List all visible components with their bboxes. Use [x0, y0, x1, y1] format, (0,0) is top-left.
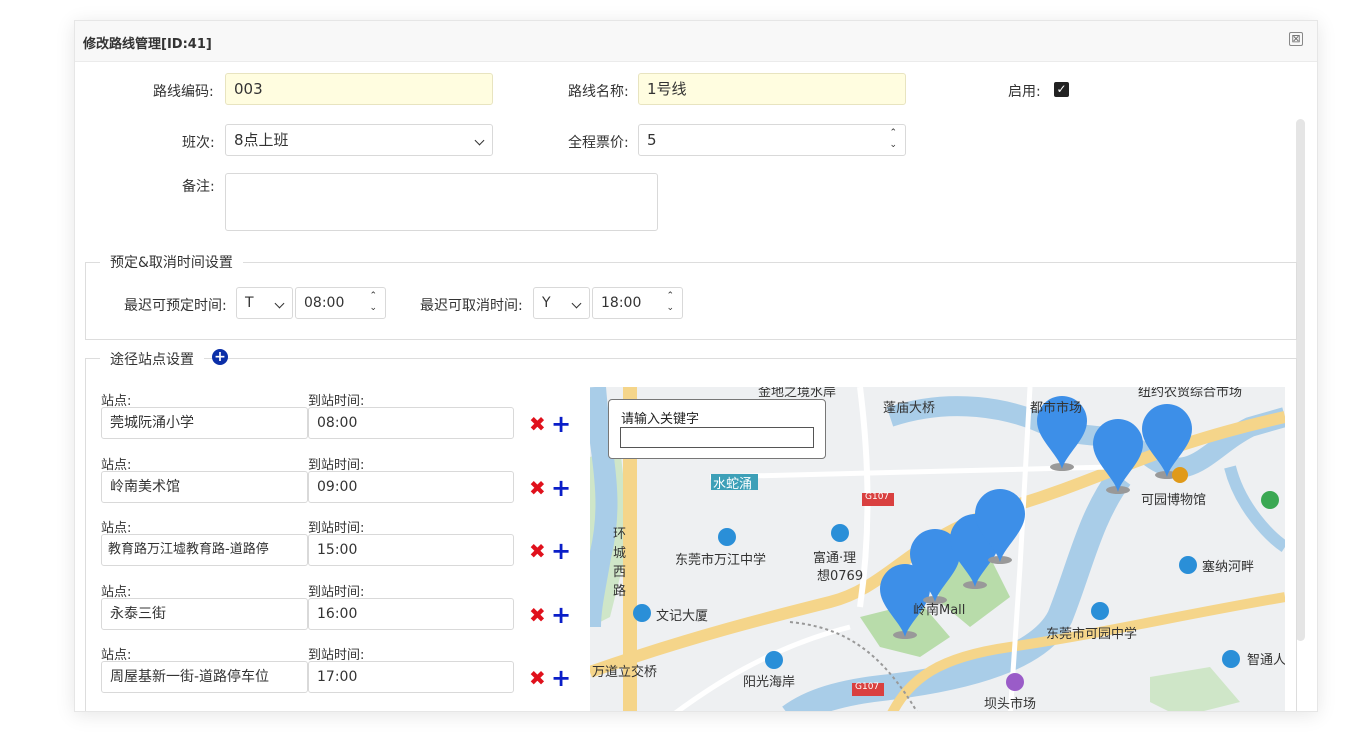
fare-value: 5 — [647, 131, 657, 149]
cancel-day-value: Y — [542, 295, 551, 311]
shift-label: 班次: — [182, 135, 215, 151]
delete-stop-icon[interactable]: ✖ — [529, 541, 546, 561]
station-input[interactable]: 教育路万江墟教育路-道路停 — [101, 534, 308, 566]
map-label: 万道立交桥 — [592, 665, 658, 680]
route-code-input[interactable]: 003 — [225, 73, 493, 105]
book-time-input[interactable]: 08:00 ⌃ ⌄ — [295, 287, 386, 319]
stepper-icon[interactable]: ⌃ ⌄ — [666, 290, 674, 314]
arrival-time-input[interactable]: 16:00 — [308, 598, 514, 630]
book-day-select[interactable]: T — [236, 287, 293, 319]
arrival-time-input[interactable]: 08:00 — [308, 407, 514, 439]
arrival-time-input[interactable]: 09:00 — [308, 471, 514, 503]
building-icon — [633, 604, 651, 622]
map-label: 都市市场 — [1030, 401, 1083, 416]
building-icon — [1222, 650, 1240, 668]
book-deadline-label: 最迟可预定时间: — [124, 298, 227, 314]
insert-stop-icon[interactable]: + — [551, 666, 571, 690]
map-label: 坝头市场 — [984, 697, 1037, 712]
stepper-icon[interactable]: ⌃ ⌄ — [369, 290, 377, 314]
chevron-down-icon — [474, 135, 485, 146]
book-day-value: T — [245, 295, 254, 311]
map-label: 蓬庙大桥 — [883, 401, 936, 416]
station-input[interactable]: 永泰三街 — [101, 598, 308, 630]
delete-stop-icon[interactable]: ✖ — [529, 668, 546, 688]
cancel-time-input[interactable]: 18:00 ⌃ ⌄ — [592, 287, 683, 319]
chevron-down-icon — [274, 298, 285, 309]
station-label: 站点: — [101, 707, 131, 711]
river — [1224, 465, 1285, 552]
building-icon — [765, 651, 783, 669]
fare-input[interactable]: 5 ⌃ ⌄ — [638, 124, 906, 156]
map-label: 想0769 — [817, 569, 864, 584]
map-label: 城 — [613, 546, 627, 561]
enabled-label: 启用: — [1008, 84, 1041, 100]
cancel-day-select[interactable]: Y — [533, 287, 590, 319]
stepper-icon[interactable]: ⌃ ⌄ — [889, 127, 897, 151]
map-label: 路 — [613, 584, 627, 599]
map-label: 智通人 — [1247, 653, 1285, 668]
building-icon — [1179, 556, 1197, 574]
shift-select-value: 8点上班 — [234, 131, 289, 149]
museum-icon — [1172, 467, 1188, 483]
map-search-input[interactable] — [620, 427, 814, 448]
fare-label: 全程票价: — [568, 135, 629, 151]
arrival-time-input[interactable]: 15:00 — [308, 534, 514, 566]
vertical-scrollbar[interactable] — [1296, 119, 1305, 641]
enabled-checkbox[interactable]: ✓ — [1054, 82, 1069, 97]
close-icon[interactable]: ⊠ — [1289, 32, 1303, 46]
highway-label: G107 — [855, 682, 880, 692]
insert-stop-icon[interactable]: + — [551, 539, 571, 563]
dialog-title: 修改路线管理[ID:41] — [83, 37, 212, 52]
route-edit-dialog: 修改路线管理[ID:41] ⊠ 路线编码: 003 路线名称: 1号线 启用: … — [74, 20, 1318, 712]
add-stop-icon[interactable]: + — [212, 349, 228, 365]
station-input[interactable]: 莞城阮涌小学 — [101, 407, 308, 439]
cancel-deadline-label: 最迟可取消时间: — [420, 298, 523, 314]
map-label: 环 — [613, 527, 627, 542]
dialog-titlebar: 修改路线管理[ID:41] ⊠ — [75, 21, 1317, 62]
route-map[interactable]: 金地之境水岸 蓬庙大桥 都市市场 纽约农贸综合市场 水蛇涌 可园博物馆 东莞市万… — [590, 387, 1285, 712]
booking-legend: 预定&取消时间设置 — [100, 252, 243, 272]
cancel-time-value: 18:00 — [601, 295, 642, 311]
station-input[interactable]: 周屋基新一街-道路停车位 — [101, 661, 308, 693]
map-label: 水蛇涌 — [713, 477, 753, 492]
station-input[interactable]: 岭南美术馆 — [101, 471, 308, 503]
school-icon — [718, 528, 736, 546]
map-label: 塞纳河畔 — [1202, 560, 1255, 575]
insert-stop-icon[interactable]: + — [551, 603, 571, 627]
map-search-label: 请输入关键字 — [621, 412, 700, 427]
map-label: 纽约农贸综合市场 — [1138, 387, 1243, 400]
remark-label: 备注: — [182, 179, 215, 195]
insert-stop-icon[interactable]: + — [551, 412, 571, 436]
park-icon — [1261, 491, 1279, 509]
route-name-input[interactable]: 1号线 — [638, 73, 906, 105]
shift-select[interactable]: 8点上班 — [225, 124, 493, 156]
map-label: 文记大厦 — [656, 609, 709, 624]
highway-label: G107 — [865, 492, 890, 502]
remark-textarea[interactable] — [225, 173, 658, 231]
building-icon — [831, 524, 849, 542]
delete-stop-icon[interactable]: ✖ — [529, 414, 546, 434]
route-code-label: 路线编码: — [153, 84, 214, 100]
market-icon — [1006, 673, 1024, 691]
delete-stop-icon[interactable]: ✖ — [529, 605, 546, 625]
arrival-time-input[interactable]: 17:00 — [308, 661, 514, 693]
arrival-time-label: 到站时间: — [308, 707, 364, 711]
insert-stop-icon[interactable]: + — [551, 476, 571, 500]
map-label: 东莞市可园中学 — [1046, 627, 1138, 642]
map-label: 阳光海岸 — [743, 675, 796, 690]
map-label: 岭南Mall — [913, 603, 966, 618]
map-label: 可园博物馆 — [1141, 493, 1207, 508]
book-time-value: 08:00 — [304, 295, 345, 311]
delete-stop-icon[interactable]: ✖ — [529, 478, 546, 498]
stops-legend: 途径站点设置 — [100, 349, 204, 369]
school-icon — [1091, 602, 1109, 620]
park-area — [1150, 667, 1240, 711]
map-label: 西 — [613, 565, 627, 580]
map-label: 东莞市万江中学 — [675, 553, 767, 568]
road — [709, 464, 1111, 480]
map-label: 富通·理 — [813, 551, 857, 566]
route-name-label: 路线名称: — [568, 84, 629, 100]
map-search-panel: 请输入关键字 — [608, 399, 826, 459]
chevron-down-icon — [571, 298, 582, 309]
